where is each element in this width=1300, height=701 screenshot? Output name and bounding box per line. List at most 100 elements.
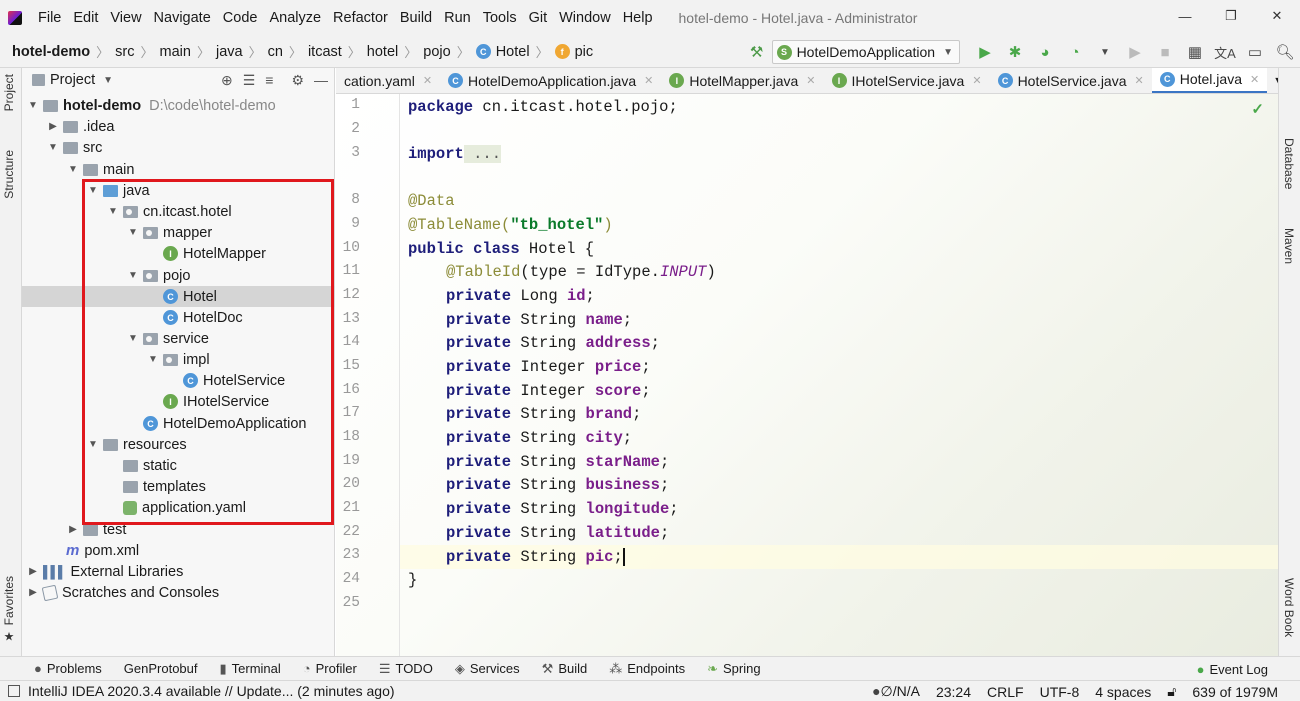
menu-navigate[interactable]: Navigate <box>148 0 217 36</box>
database-tool-button[interactable]: Database <box>1282 138 1296 189</box>
close-icon[interactable]: ✕ <box>423 74 432 87</box>
maven-tool-button[interactable]: Maven <box>1282 228 1296 264</box>
menu-code[interactable]: Code <box>217 0 264 36</box>
tool-endpoints[interactable]: ⁂ Endpoints <box>609 661 685 677</box>
event-log-button[interactable]: ● Event Log <box>1197 657 1268 681</box>
indent-setting[interactable]: 4 spaces <box>1095 684 1151 700</box>
chevron-down-icon[interactable]: ▼ <box>106 206 120 217</box>
tree-item-main[interactable]: ▼ main <box>22 159 335 180</box>
memory-indicator[interactable]: 639 of 1979M <box>1192 684 1278 700</box>
chevron-right-icon[interactable]: ▶ <box>46 121 60 132</box>
chevron-down-icon[interactable]: ▼ <box>66 164 80 175</box>
favorites-tool-button[interactable]: ★ Favorites <box>2 576 16 643</box>
folded-imports[interactable]: ... <box>463 145 502 163</box>
chevron-down-icon[interactable]: ▼ <box>86 439 100 450</box>
project-structure-icon[interactable]: ▦ <box>1182 39 1208 65</box>
tool-problems[interactable]: ● Problems <box>34 661 102 676</box>
line-separator[interactable]: CRLF <box>987 684 1024 700</box>
tool-genprotobuf[interactable]: GenProtobuf <box>124 661 198 676</box>
tab-application-yaml[interactable]: cation.yaml ✕ <box>336 68 440 93</box>
close-icon[interactable]: ✕ <box>1254 0 1300 32</box>
breadcrumb-pojo[interactable]: pojo <box>423 44 450 60</box>
close-icon[interactable]: ✕ <box>806 74 815 87</box>
menu-tools[interactable]: Tools <box>477 0 523 36</box>
git-status[interactable]: ●∅/N/A <box>872 683 920 700</box>
file-encoding[interactable]: UTF-8 <box>1040 684 1080 700</box>
tool-spring[interactable]: ❧ Spring <box>707 661 760 677</box>
expand-all-icon[interactable]: ☰ <box>243 72 256 89</box>
tree-item-impl[interactable]: ▼ impl <box>22 349 335 370</box>
coverage-icon[interactable]: ◕ <box>1032 39 1058 65</box>
breadcrumb-cn[interactable]: cn <box>268 44 283 60</box>
hide-icon[interactable]: — <box>314 72 328 88</box>
chevron-down-icon[interactable]: ▼ <box>26 100 40 111</box>
chevron-down-icon[interactable]: ▼ <box>103 75 113 86</box>
breadcrumb-class[interactable]: C Hotel <box>475 44 530 60</box>
tree-item-idea[interactable]: ▶ .idea <box>22 116 335 137</box>
tree-item-hotel-demo[interactable]: ▼ hotel-demo D:\code\hotel-demo <box>22 95 335 116</box>
tree-item-java[interactable]: ▼ java <box>22 180 335 201</box>
close-icon[interactable]: ✕ <box>1135 74 1144 87</box>
chevron-right-icon[interactable]: ▶ <box>26 587 40 598</box>
tree-item-resources[interactable]: ▼ resources <box>22 434 335 455</box>
tree-item-hotelmapper[interactable]: I HotelMapper <box>22 243 335 264</box>
tab-ihotelservice[interactable]: I IHotelService.java ✕ <box>824 68 990 93</box>
tab-hotelmapper[interactable]: I HotelMapper.java ✕ <box>661 68 823 93</box>
hammer-build-icon[interactable]: ⚒ <box>744 39 770 65</box>
minimize-icon[interactable]: — <box>1162 0 1208 32</box>
more-run-chevron-icon[interactable]: ▼ <box>1092 39 1118 65</box>
presentation-icon[interactable]: ▭ <box>1242 39 1268 65</box>
tree-item-ihotelservice[interactable]: I IHotelService <box>22 391 335 412</box>
menu-help[interactable]: Help <box>617 0 659 36</box>
tree-item-scratches[interactable]: ▶ Scratches and Consoles <box>22 582 335 603</box>
tree-item-application-yaml[interactable]: application.yaml <box>22 497 335 518</box>
attach-icon[interactable]: ▶ <box>1122 39 1148 65</box>
menu-view[interactable]: View <box>104 0 147 36</box>
tree-item-package[interactable]: ▼ cn.itcast.hotel <box>22 201 335 222</box>
chevron-down-icon[interactable]: ▼ <box>126 270 140 281</box>
breadcrumb-java[interactable]: java <box>216 44 243 60</box>
tree-item-static[interactable]: static <box>22 455 335 476</box>
tree-item-src[interactable]: ▼ src <box>22 137 335 158</box>
tool-terminal[interactable]: ▮ Terminal <box>220 661 281 677</box>
inspection-ok-check-icon[interactable]: ✓ <box>1251 100 1264 118</box>
breadcrumb-hotel[interactable]: hotel <box>367 44 398 60</box>
restore-icon[interactable]: ❐ <box>1208 0 1254 32</box>
tab-hotelservice[interactable]: C HotelService.java ✕ <box>990 68 1152 93</box>
menu-edit[interactable]: Edit <box>67 0 104 36</box>
tool-profiler[interactable]: ◔ Profiler <box>303 661 357 676</box>
chevron-down-icon[interactable]: ▼ <box>126 227 140 238</box>
tool-build[interactable]: ⚒ Build <box>542 661 588 677</box>
tree-item-hoteldemoapplication[interactable]: C HotelDemoApplication <box>22 413 335 434</box>
menu-build[interactable]: Build <box>394 0 438 36</box>
stop-icon[interactable]: ■ <box>1152 39 1178 65</box>
tool-services[interactable]: ◈ Services <box>455 661 520 677</box>
project-tool-button[interactable]: Project <box>2 74 16 111</box>
tree-item-pojo[interactable]: ▼ pojo <box>22 265 335 286</box>
tab-hoteldemoapplication[interactable]: C HotelDemoApplication.java ✕ <box>440 68 661 93</box>
close-icon[interactable]: ✕ <box>1250 73 1259 86</box>
tab-list-chevron-icon[interactable]: ▾ <box>1267 68 1278 93</box>
structure-tool-button[interactable]: Structure <box>2 150 16 199</box>
project-panel-title[interactable]: Project <box>50 72 95 88</box>
chevron-right-icon[interactable]: ▶ <box>66 524 80 535</box>
tree-item-service[interactable]: ▼ service <box>22 328 335 349</box>
tree-item-templates[interactable]: templates <box>22 476 335 497</box>
translate-icon[interactable]: 文A <box>1212 39 1238 65</box>
menu-git[interactable]: Git <box>523 0 554 36</box>
tree-item-external-libraries[interactable]: ▶ ▌▌▌ External Libraries <box>22 561 335 582</box>
profile-icon[interactable]: ◔ <box>1062 39 1088 65</box>
menu-file[interactable]: File <box>32 0 67 36</box>
run-icon[interactable]: ▶ <box>972 39 998 65</box>
chevron-down-icon[interactable]: ▼ <box>86 185 100 196</box>
tree-item-pom[interactable]: m pom.xml <box>22 540 335 561</box>
breadcrumb-src[interactable]: src <box>115 44 134 60</box>
tab-hotel[interactable]: C Hotel.java ✕ <box>1151 68 1268 93</box>
lock-icon[interactable]: 🔓︎ <box>1167 683 1176 700</box>
chevron-down-icon[interactable]: ▼ <box>126 333 140 344</box>
breadcrumb-field[interactable]: f pic <box>554 44 593 60</box>
breadcrumb-project[interactable]: hotel-demo <box>12 44 90 60</box>
close-icon[interactable]: ✕ <box>644 74 653 87</box>
breadcrumb-itcast[interactable]: itcast <box>308 44 342 60</box>
tree-item-hotelservice[interactable]: C HotelService <box>22 370 335 391</box>
